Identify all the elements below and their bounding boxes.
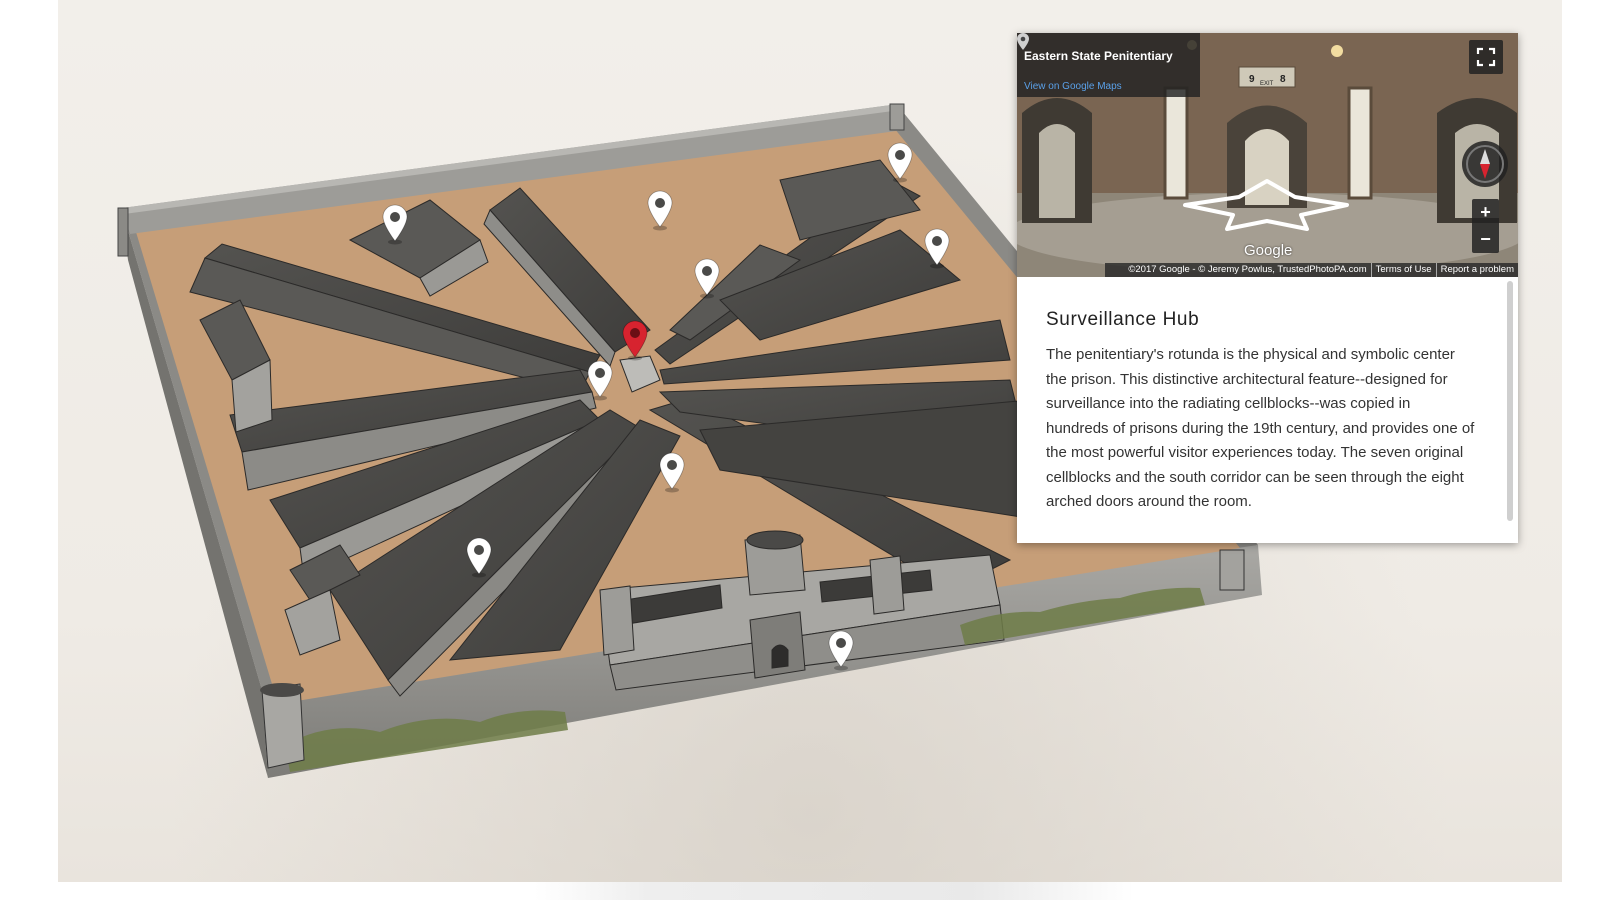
report-problem-link[interactable]: Report a problem xyxy=(1435,263,1518,277)
place-marker-icon[interactable] xyxy=(1017,33,1029,51)
fullscreen-icon xyxy=(1476,47,1496,67)
place-card: Eastern State Penitentiary View on Googl… xyxy=(1017,33,1200,97)
compass-control[interactable] xyxy=(1462,141,1508,187)
attribution-bar: ©2017 Google - © Jeremy Powlus, TrustedP… xyxy=(1105,263,1518,277)
copyright-text: ©2017 Google - © Jeremy Powlus, TrustedP… xyxy=(1128,264,1367,275)
compass-icon xyxy=(1466,145,1504,183)
view-on-google-maps-link[interactable]: View on Google Maps xyxy=(1024,81,1122,92)
info-scrollbar[interactable] xyxy=(1507,281,1513,521)
fullscreen-button[interactable] xyxy=(1469,40,1503,74)
streetview-panorama[interactable]: 9 EXIT 8 Eastern State Penitentiary View… xyxy=(1017,33,1518,277)
sign-exit: EXIT xyxy=(1260,81,1274,87)
streetview-info-panel: 9 EXIT 8 Eastern State Penitentiary View… xyxy=(1017,33,1518,543)
zoom-out-button[interactable]: − xyxy=(1472,226,1499,253)
zoom-control: + − xyxy=(1472,199,1499,253)
google-logo: Google xyxy=(1244,242,1293,259)
info-title: Surveillance Hub xyxy=(1046,309,1200,330)
info-description: The penitentiary's rotunda is the physic… xyxy=(1046,346,1475,510)
info-card: Surveillance Hub The penitentiary's rotu… xyxy=(1017,277,1518,543)
terms-of-use-link[interactable]: Terms of Use xyxy=(1370,263,1436,277)
place-title: Eastern State Penitentiary xyxy=(1024,49,1173,63)
zoom-in-button[interactable]: + xyxy=(1472,199,1499,226)
sign-right-number: 8 xyxy=(1280,74,1286,85)
sign-left-number: 9 xyxy=(1249,74,1255,85)
